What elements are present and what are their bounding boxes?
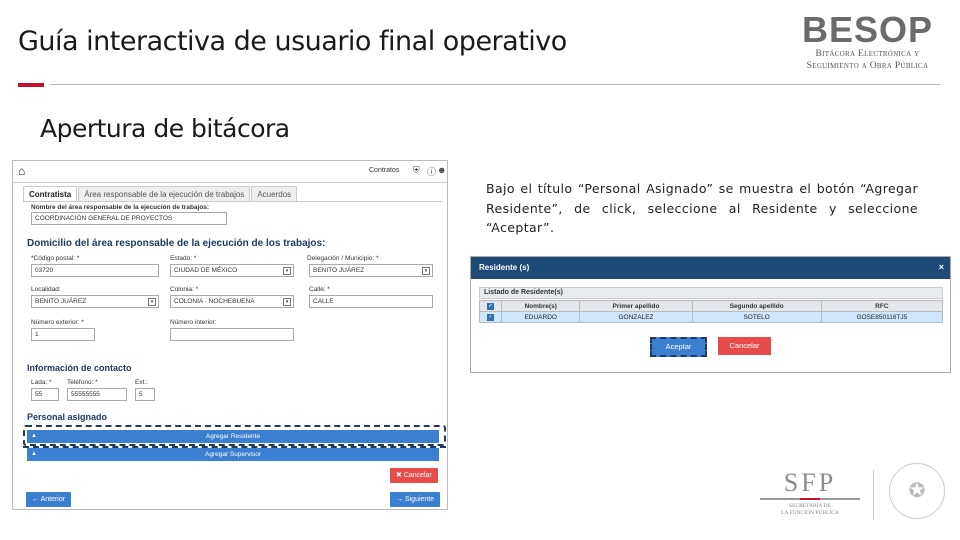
list-heading: Listado de Residente(s) xyxy=(479,287,943,299)
tab-divider xyxy=(23,201,443,202)
highlight-residente xyxy=(23,425,446,446)
col-primer-apellido: Primer apellido xyxy=(579,300,693,312)
table-row[interactable]: ✓ EDUARDO GONZALEZ SOTELO GOSE850116TJ5 xyxy=(479,311,944,323)
logo-main-text: BESOP xyxy=(801,9,934,50)
personal-heading: Personal asignado xyxy=(27,412,108,422)
area-name-field[interactable]: COORDINACIÓN GENERAL DE PROYECTOS xyxy=(31,212,227,225)
accept-button[interactable]: Aceptar xyxy=(650,337,707,357)
modal-cancel-button[interactable]: Cancelar xyxy=(718,337,771,355)
cancel-label: Cancelar xyxy=(403,472,432,479)
sfp-logo-line xyxy=(760,498,860,500)
calle-label: Calle: * xyxy=(309,286,330,293)
cp-label: *Código postal: * xyxy=(31,255,80,262)
highlight-divider xyxy=(23,446,446,448)
chevron-down-icon: ▾ xyxy=(283,298,291,306)
ext-field[interactable]: 5 xyxy=(135,388,155,401)
ext-label: Ext.: xyxy=(135,379,149,386)
arrow-left-icon: ← xyxy=(32,496,41,503)
lada-field[interactable]: 55 xyxy=(31,388,59,401)
localidad-label: Localidad: xyxy=(31,286,61,293)
residentes-modal: Residente (s) × Listado de Residente(s) … xyxy=(470,256,951,373)
localidad-select[interactable]: BENITO JUÁREZ ▾ xyxy=(31,295,159,308)
sfp-logo: SFP SECRETARÍA DE LA FUNCIÓN PÚBLICA xyxy=(760,470,860,517)
previous-label: Anterior xyxy=(40,496,66,503)
app-topbar: ⌂ Contratos ⛨ ⓘ ☻ xyxy=(13,161,447,183)
national-seal-icon: ✪ xyxy=(889,463,945,519)
row-checkbox[interactable]: ✓ xyxy=(479,311,502,323)
title-divider xyxy=(50,84,940,85)
info-icon[interactable]: ⓘ xyxy=(427,165,436,178)
cell-nombre: EDUARDO xyxy=(500,311,581,323)
add-supervisor-label: Agregar Supervisor xyxy=(205,451,261,458)
delegacion-value: BENITO JUÁREZ xyxy=(313,267,365,274)
estado-value: CIUDAD DE MÉXICO xyxy=(174,267,238,274)
cancel-button[interactable]: ✖ Cancelar xyxy=(390,468,438,483)
chevron-down-icon: ▾ xyxy=(283,267,291,275)
user-icon[interactable]: ☻ xyxy=(437,165,446,175)
colonia-select[interactable]: COLONIA · NOCHEBUENA ▾ xyxy=(170,295,294,308)
close-icon[interactable]: × xyxy=(939,262,944,272)
tab-bar: Contratista Área responsable de la ejecu… xyxy=(23,186,298,201)
tab-acuerdos[interactable]: Acuerdos xyxy=(251,186,298,201)
col-rfc: RFC xyxy=(820,300,944,312)
next-label: Siguiente xyxy=(404,496,435,503)
slide-title: Guía interactiva de usuario final operat… xyxy=(18,26,567,57)
checkbox-checked-icon: ✓ xyxy=(487,303,494,310)
telefono-label: Teléfono: * xyxy=(67,379,98,386)
modal-title: Residente (s) xyxy=(479,263,530,272)
checkbox-checked-icon: ✓ xyxy=(487,314,494,321)
delegacion-label: Delegación / Municipio: * xyxy=(307,255,379,262)
col-segundo-apellido: Segundo apellido xyxy=(691,300,822,312)
colonia-label: Colonia: * xyxy=(170,286,199,293)
triangle-icon: ▲ xyxy=(31,451,37,457)
num-ext-field[interactable]: 1 xyxy=(31,328,95,341)
contacto-heading: Información de contacto xyxy=(27,363,132,373)
cell-segundo-apellido: SOTELO xyxy=(691,311,822,323)
cell-rfc: GOSE850116TJ5 xyxy=(820,311,944,323)
lada-label: Lada: * xyxy=(31,379,52,386)
select-all-cell[interactable]: ✓ xyxy=(479,300,502,312)
logo-separator xyxy=(873,470,874,520)
previous-button[interactable]: ← Anterior xyxy=(26,492,72,507)
home-icon[interactable]: ⌂ xyxy=(18,164,25,178)
cell-primer-apellido: GONZALEZ xyxy=(579,311,693,323)
table-header-row: ✓ Nombre(s) Primer apellido Segundo apel… xyxy=(479,300,944,312)
chevron-down-icon: ▾ xyxy=(422,267,430,275)
sfp-sub-text-1: SECRETARÍA DE xyxy=(789,503,831,509)
close-icon: ✖ xyxy=(396,472,404,479)
num-ext-label: Número exterior: * xyxy=(31,319,84,326)
sfp-logo-text: SFP xyxy=(783,468,837,497)
instructions-text: Bajo el título “Personal Asignado” se mu… xyxy=(486,181,918,235)
logo-sub-text-2: Seguimiento a Obra Pública xyxy=(806,61,929,71)
tab-area-responsable[interactable]: Área responsable de la ejecución de trab… xyxy=(78,186,251,201)
estado-label: Estado: * xyxy=(170,255,197,262)
app-screenshot: ⌂ Contratos ⛨ ⓘ ☻ Contratista Área respo… xyxy=(12,160,448,510)
domicilio-heading: Domicilio del área responsable de la eje… xyxy=(27,238,326,249)
menu-contratos[interactable]: Contratos xyxy=(369,167,399,174)
chevron-down-icon: ▾ xyxy=(148,298,156,306)
shield-icon[interactable]: ⛨ xyxy=(413,165,420,176)
residentes-table: ✓ Nombre(s) Primer apellido Segundo apel… xyxy=(479,300,944,323)
tab-contratista[interactable]: Contratista xyxy=(23,186,78,201)
modal-header: Residente (s) × xyxy=(471,257,950,279)
title-accent-bar xyxy=(18,83,44,87)
add-supervisor-button[interactable]: ▲ Agregar Supervisor xyxy=(27,448,439,461)
estado-select[interactable]: CIUDAD DE MÉXICO ▾ xyxy=(170,264,294,277)
calle-field[interactable]: CALLE xyxy=(309,295,433,308)
arrow-right-icon: → xyxy=(396,496,405,503)
colonia-value: COLONIA · NOCHEBUENA xyxy=(174,298,255,305)
cp-field[interactable]: 03720 xyxy=(31,264,159,277)
localidad-value: BENITO JUÁREZ xyxy=(35,298,87,305)
col-nombre: Nombre(s) xyxy=(500,300,581,312)
area-name-label: Nombre del área responsable de la ejecuc… xyxy=(31,204,210,211)
num-int-field[interactable] xyxy=(170,328,294,341)
telefono-field[interactable]: 55555555 xyxy=(67,388,127,401)
sfp-sub-text-2: LA FUNCIÓN PÚBLICA xyxy=(781,510,839,516)
besop-logo: BESOP Bitácora Electrónica y Seguimiento… xyxy=(790,12,945,72)
delegacion-select[interactable]: BENITO JUÁREZ ▾ xyxy=(309,264,433,277)
num-int-label: Número interior: xyxy=(170,319,217,326)
section-title: Apertura de bitácora xyxy=(40,114,290,143)
next-button[interactable]: → Siguiente xyxy=(390,492,441,507)
